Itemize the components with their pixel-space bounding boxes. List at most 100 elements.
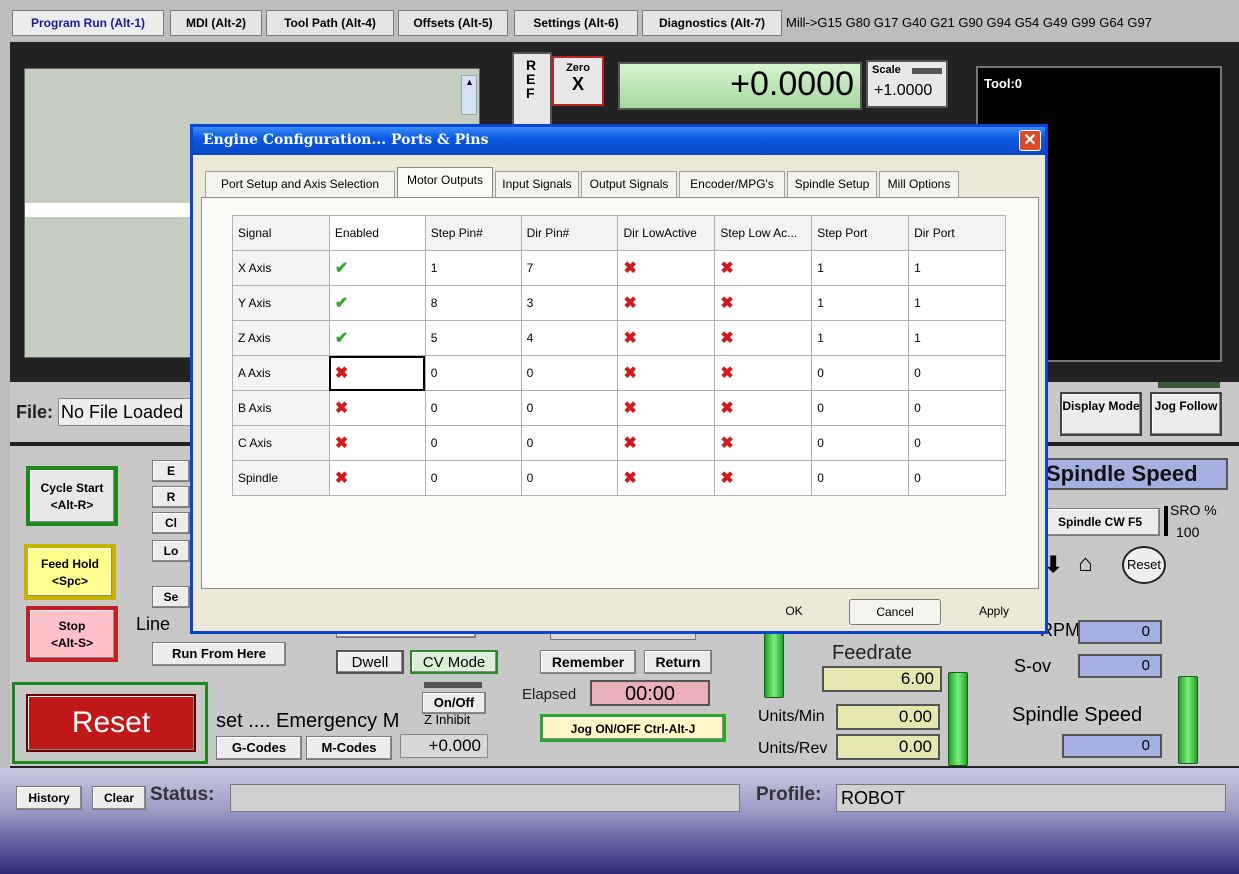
tab-input-signals[interactable]: Input Signals (495, 171, 579, 197)
dir-pin-cell[interactable]: 0 (520, 355, 619, 391)
x-axis-dro[interactable]: +0.0000 (618, 62, 862, 110)
return-button[interactable]: Return (644, 650, 712, 674)
scroll-up-icon[interactable]: ▲ (465, 77, 474, 87)
dir-pin-cell[interactable]: 0 (520, 390, 619, 426)
step-low-active-cell[interactable]: ✖ (714, 390, 813, 426)
z-inhibit-onoff-button[interactable]: On/Off (422, 692, 486, 714)
ref-button[interactable]: REF (512, 52, 552, 132)
g-codes-button[interactable]: G-Codes (216, 736, 302, 760)
step-pin-cell[interactable]: 0 (424, 460, 522, 496)
feed-hold-button[interactable]: Feed Hold <Spc> (24, 544, 116, 600)
tab-output-signals[interactable]: Output Signals (581, 171, 677, 197)
cycle-start-button[interactable]: Cycle Start <Alt-R> (26, 466, 118, 526)
clear-button[interactable]: Clear (92, 786, 146, 810)
dir-port-cell[interactable]: 0 (908, 460, 1006, 496)
spindle-reset-button[interactable]: Reset (1122, 546, 1166, 584)
step-pin-cell[interactable]: 0 (424, 425, 522, 461)
cv-mode-button[interactable]: CV Mode (410, 650, 498, 674)
tab-mdi[interactable]: MDI (Alt-2) (170, 10, 262, 36)
step-low-active-cell[interactable]: ✖ (714, 460, 813, 496)
enabled-cell[interactable]: ✔ (328, 320, 426, 356)
signal-cell[interactable]: Spindle (232, 460, 330, 496)
dir-low-active-cell[interactable]: ✖ (617, 460, 716, 496)
enabled-cell[interactable]: ✔ (328, 285, 426, 321)
signal-cell[interactable]: Z Axis (232, 320, 330, 356)
dir-pin-cell[interactable]: 3 (520, 285, 619, 321)
signal-cell[interactable]: B Axis (232, 390, 330, 426)
dir-port-cell[interactable]: 1 (908, 320, 1006, 356)
scale-box[interactable]: Scale +1.0000 (866, 60, 948, 108)
dwell-button[interactable]: Dwell (336, 650, 404, 674)
step-low-active-cell[interactable]: ✖ (714, 355, 813, 391)
reset-button[interactable]: Reset (26, 694, 196, 752)
tab-program-run[interactable]: Program Run (Alt-1) (12, 10, 164, 36)
step-port-cell[interactable]: 0 (811, 425, 910, 461)
signal-cell[interactable]: A Axis (232, 355, 330, 391)
m-codes-button[interactable]: M-Codes (306, 736, 392, 760)
spindle-home-icon[interactable]: ⌂ (1078, 550, 1093, 578)
display-mode-button[interactable]: Display Mode (1060, 392, 1142, 436)
enabled-cell[interactable]: ✔ (328, 250, 426, 286)
remember-button[interactable]: Remember (540, 650, 636, 674)
dir-low-active-cell[interactable]: ✖ (617, 425, 716, 461)
tab-port-setup[interactable]: Port Setup and Axis Selection (205, 171, 395, 197)
tab-encoder-mpg[interactable]: Encoder/MPG's (679, 171, 785, 197)
dir-port-cell[interactable]: 1 (908, 250, 1006, 286)
enabled-cell[interactable]: ✖ (328, 355, 426, 391)
set-next-line-button[interactable]: Se (152, 586, 190, 608)
enabled-cell[interactable]: ✖ (328, 390, 426, 426)
tab-diagnostics[interactable]: Diagnostics (Alt-7) (642, 10, 782, 36)
step-port-cell[interactable]: 0 (811, 355, 910, 391)
tab-tool-path[interactable]: Tool Path (Alt-4) (266, 10, 394, 36)
step-port-cell[interactable]: 1 (811, 285, 910, 321)
edit-button[interactable]: E (152, 460, 190, 482)
dir-pin-cell[interactable]: 0 (520, 425, 619, 461)
step-low-active-cell[interactable]: ✖ (714, 425, 813, 461)
step-port-cell[interactable]: 1 (811, 320, 910, 356)
step-port-cell[interactable]: 0 (811, 460, 910, 496)
run-from-here-button[interactable]: Run From Here (152, 642, 286, 666)
load-button[interactable]: Lo (152, 540, 190, 562)
jog-onoff-button[interactable]: Jog ON/OFF Ctrl-Alt-J (540, 714, 726, 742)
dir-port-cell[interactable]: 0 (908, 425, 1006, 461)
dir-low-active-cell[interactable]: ✖ (617, 285, 716, 321)
step-pin-cell[interactable]: 5 (424, 320, 522, 356)
step-pin-cell[interactable]: 0 (424, 390, 522, 426)
enabled-cell[interactable]: ✖ (328, 460, 426, 496)
apply-button[interactable]: Apply (953, 599, 1035, 625)
tab-settings[interactable]: Settings (Alt-6) (514, 10, 638, 36)
zero-x-button[interactable]: Zero X (552, 56, 604, 106)
dir-pin-cell[interactable]: 4 (520, 320, 619, 356)
dir-port-cell[interactable]: 1 (908, 285, 1006, 321)
dir-low-active-cell[interactable]: ✖ (617, 355, 716, 391)
step-port-cell[interactable]: 1 (811, 250, 910, 286)
step-pin-cell[interactable]: 1 (424, 250, 522, 286)
spindle-cw-button[interactable]: Spindle CW F5 (1040, 508, 1160, 536)
tab-spindle-setup[interactable]: Spindle Setup (787, 171, 877, 197)
step-low-active-cell[interactable]: ✖ (714, 320, 813, 356)
ok-button[interactable]: OK (753, 599, 835, 625)
step-low-active-cell[interactable]: ✖ (714, 250, 813, 286)
step-pin-cell[interactable]: 8 (424, 285, 522, 321)
enabled-cell[interactable]: ✖ (328, 425, 426, 461)
tab-motor-outputs[interactable]: Motor Outputs (397, 167, 493, 198)
tab-mill-options[interactable]: Mill Options (879, 171, 959, 197)
dir-pin-cell[interactable]: 0 (520, 460, 619, 496)
jog-follow-button[interactable]: Jog Follow (1150, 392, 1222, 436)
stop-button[interactable]: Stop <Alt-S> (26, 606, 118, 662)
dir-low-active-cell[interactable]: ✖ (617, 320, 716, 356)
signal-cell[interactable]: Y Axis (232, 285, 330, 321)
dir-port-cell[interactable]: 0 (908, 390, 1006, 426)
scrollbar-thumb[interactable]: ▲ (461, 75, 477, 115)
dir-low-active-cell[interactable]: ✖ (617, 250, 716, 286)
signal-cell[interactable]: C Axis (232, 425, 330, 461)
step-pin-cell[interactable]: 0 (424, 355, 522, 391)
close-gcode-button[interactable]: Cl (152, 512, 190, 534)
signal-cell[interactable]: X Axis (232, 250, 330, 286)
step-low-active-cell[interactable]: ✖ (714, 285, 813, 321)
recent-button[interactable]: R (152, 486, 190, 508)
dir-pin-cell[interactable]: 7 (520, 250, 619, 286)
close-icon[interactable]: ✕ (1019, 130, 1041, 151)
tab-offsets[interactable]: Offsets (Alt-5) (398, 10, 508, 36)
step-port-cell[interactable]: 0 (811, 390, 910, 426)
